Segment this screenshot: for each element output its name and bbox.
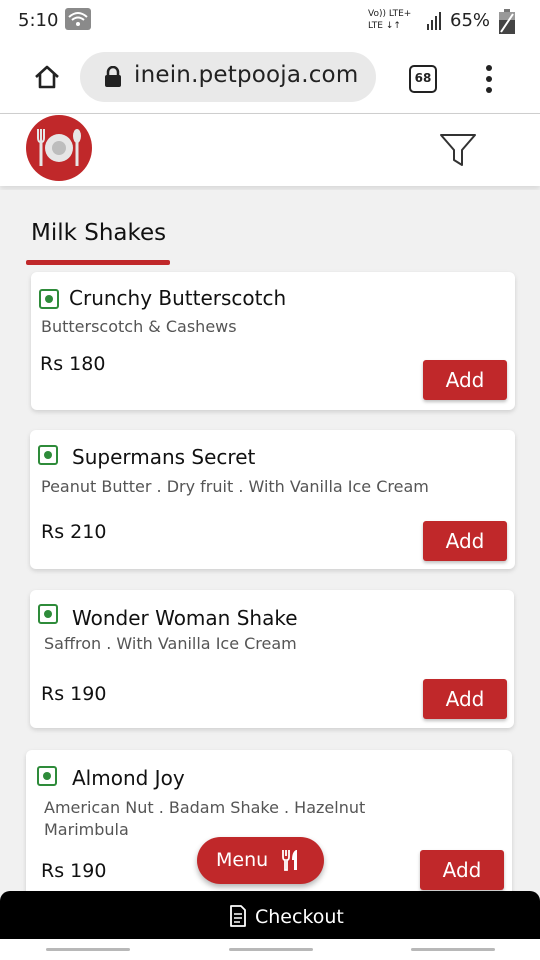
wifi-icon [65, 8, 91, 30]
veg-icon [39, 289, 59, 309]
menu-item-card: Wonder Woman Shake Saffron . With Vanill… [30, 590, 514, 728]
item-name: Crunchy Butterscotch [69, 286, 287, 310]
document-icon [230, 905, 246, 927]
menu-content: Milk Shakes Crunchy Butterscotch Butters… [0, 190, 540, 900]
status-time: 5:10 [18, 10, 59, 31]
url-text: inein.petpooja.com [134, 62, 359, 88]
tabs-icon[interactable]: 68 [409, 65, 437, 93]
network-indicator: Vo)) LTE+ LTE ↓↑ [368, 8, 411, 32]
item-description: Butterscotch & Cashews [41, 317, 237, 336]
item-price: Rs 190 [41, 860, 107, 882]
veg-icon [38, 445, 58, 465]
item-name: Almond Joy [72, 766, 185, 790]
browser-toolbar: inein.petpooja.com 68 [0, 42, 540, 114]
system-nav-bar [0, 939, 540, 960]
item-price: Rs 210 [41, 521, 107, 543]
address-bar[interactable]: inein.petpooja.com [80, 52, 376, 102]
add-button[interactable]: Add [423, 360, 507, 400]
item-price: Rs 190 [41, 683, 107, 705]
add-button[interactable]: Add [423, 679, 507, 719]
veg-icon [37, 766, 57, 786]
restaurant-logo[interactable] [25, 114, 93, 182]
nav-back-button[interactable] [411, 948, 495, 951]
item-name: Wonder Woman Shake [72, 606, 298, 630]
section-title: Milk Shakes [31, 220, 167, 246]
item-description: American Nut . Badam Shake . Hazelnut Ma… [44, 798, 366, 839]
checkout-label: Checkout [255, 906, 344, 928]
status-bar: 5:10 Vo)) LTE+ LTE ↓↑ 65% [0, 0, 540, 42]
network-bottom-label: LTE ↓↑ [368, 21, 401, 31]
add-button[interactable]: Add [423, 521, 507, 561]
menu-item-card: Crunchy Butterscotch Butterscotch & Cash… [31, 272, 515, 410]
item-name: Supermans Secret [72, 445, 256, 469]
item-description: Saffron . With Vanilla Ice Cream [44, 634, 297, 653]
app-header [0, 114, 540, 186]
veg-icon [38, 604, 58, 624]
cutlery-icon [282, 850, 297, 871]
add-button[interactable]: Add [420, 850, 504, 890]
kebab-menu-icon[interactable] [484, 64, 494, 94]
battery-icon [499, 9, 515, 34]
battery-percent: 65% [450, 10, 491, 31]
network-top-label: Vo)) LTE+ [368, 9, 412, 19]
home-icon[interactable] [32, 62, 62, 92]
menu-button[interactable]: Menu [197, 837, 324, 884]
menu-item-card: Supermans Secret Peanut Butter . Dry fru… [30, 430, 515, 569]
filter-icon[interactable] [438, 130, 478, 170]
section-underline [26, 260, 170, 265]
menu-label: Menu [216, 849, 269, 871]
app-root: 5:10 Vo)) LTE+ LTE ↓↑ 65% inein.petpooja… [0, 0, 540, 960]
signal-icon [427, 12, 441, 30]
item-price: Rs 180 [40, 353, 106, 375]
checkout-bar[interactable]: Checkout [0, 891, 540, 939]
item-description: Peanut Butter . Dry fruit . With Vanilla… [41, 477, 429, 496]
nav-home-button[interactable] [229, 948, 313, 951]
nav-recent-button[interactable] [46, 948, 130, 951]
lock-icon [105, 66, 121, 87]
